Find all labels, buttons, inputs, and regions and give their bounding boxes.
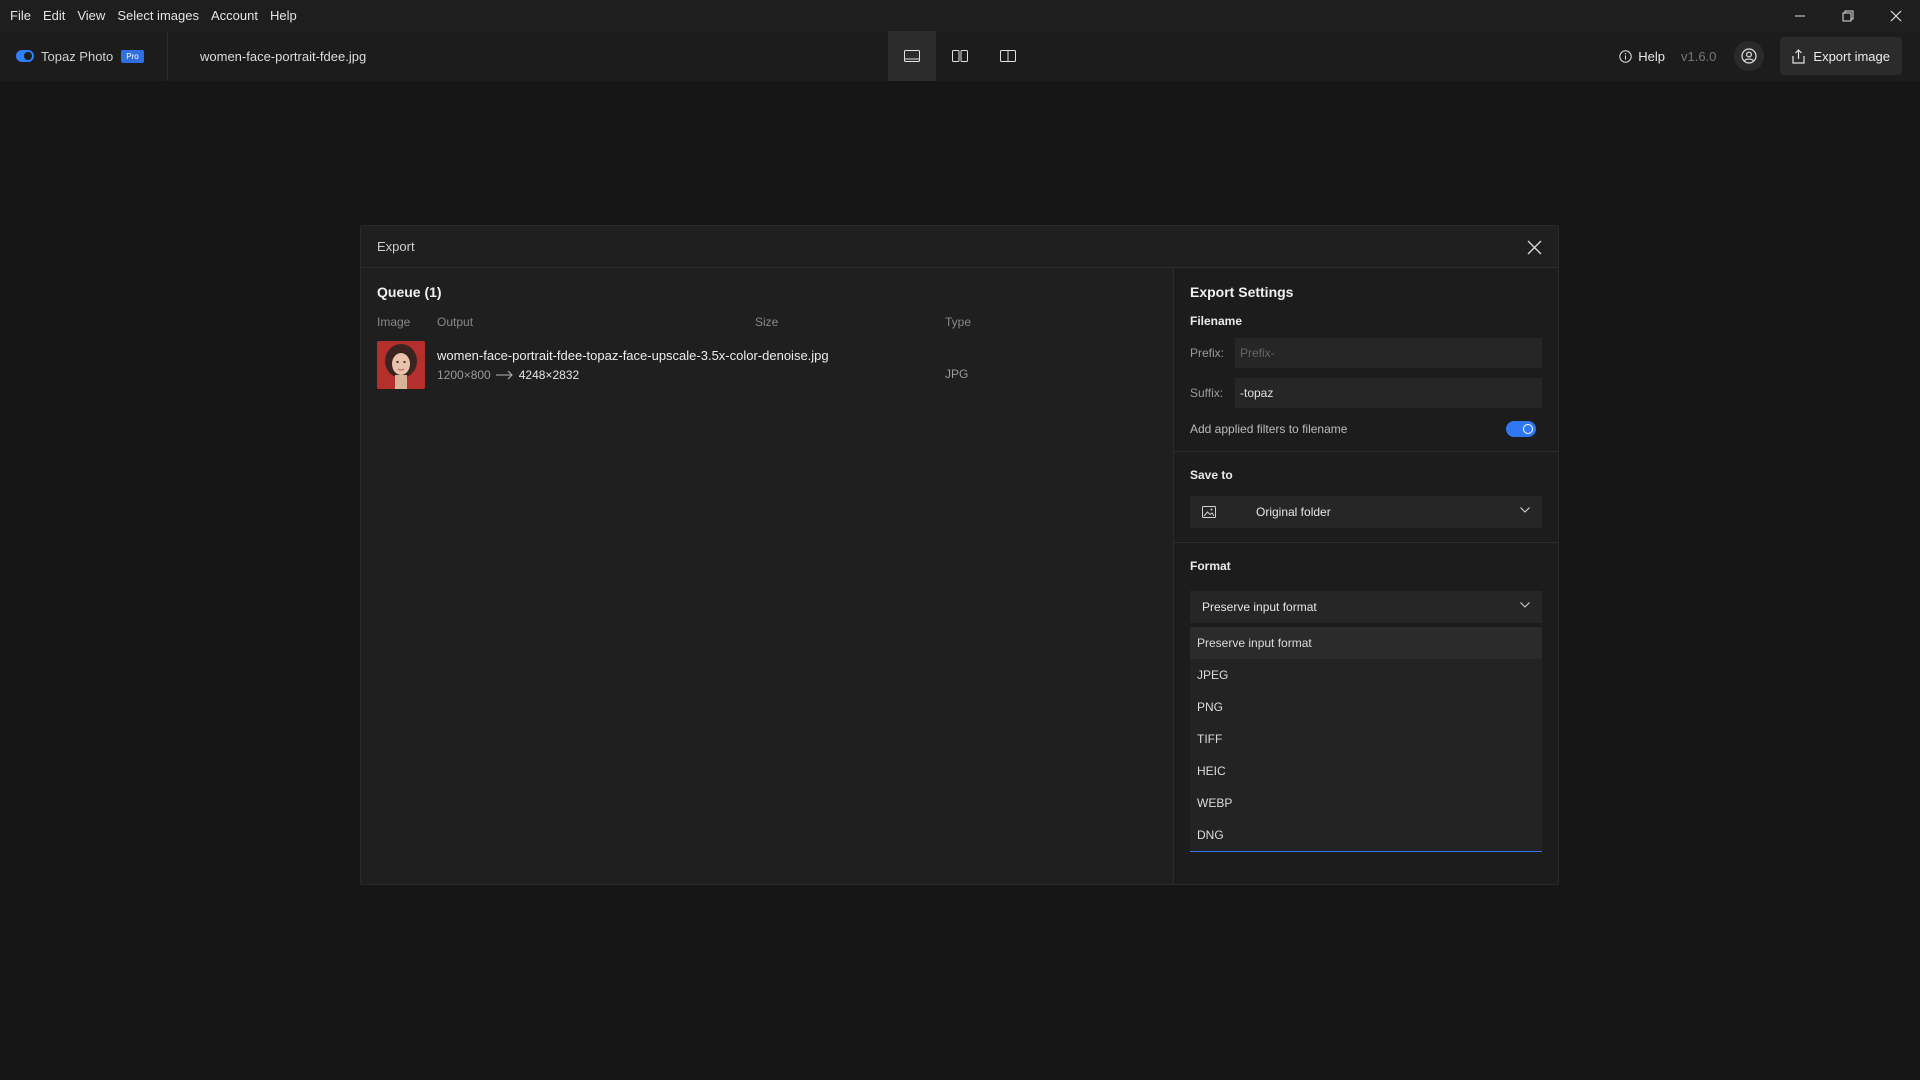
view-mode-group xyxy=(888,31,1032,81)
menu-account[interactable]: Account xyxy=(205,0,264,31)
restore-button[interactable] xyxy=(1824,0,1872,31)
export-settings-panel: Export Settings Filename Prefix: Suffix:… xyxy=(1173,268,1558,884)
chevron-down-icon xyxy=(1520,507,1530,513)
export-image-button[interactable]: Export image xyxy=(1780,37,1902,75)
brand-name: Topaz Photo xyxy=(41,48,114,64)
filters-toggle-row: Add applied filters to filename xyxy=(1190,421,1542,437)
queue-title: Queue (1) xyxy=(377,284,442,300)
close-dialog-button[interactable] xyxy=(1522,235,1546,259)
format-value: Preserve input format xyxy=(1202,600,1317,614)
format-option-jpeg[interactable]: JPEG xyxy=(1190,659,1542,691)
menu-file[interactable]: File xyxy=(4,0,37,31)
side-by-side-icon xyxy=(952,50,968,62)
export-dialog: Export Queue (1) Image Output Size Type xyxy=(360,225,1559,885)
format-option-tiff[interactable]: TIFF xyxy=(1190,723,1542,755)
filters-toggle-label: Add applied filters to filename xyxy=(1190,422,1348,436)
help-link[interactable]: Help xyxy=(1619,49,1665,64)
close-icon xyxy=(1527,240,1541,254)
menu-bar: File Edit View Select images Account Hel… xyxy=(0,0,1920,31)
target-size: 4248×2832 xyxy=(518,368,580,382)
format-option-png[interactable]: PNG xyxy=(1190,691,1542,723)
queue-row[interactable]: women-face-portrait-fdee-topaz-face-upsc… xyxy=(377,341,1157,389)
column-output: Output xyxy=(437,315,474,329)
format-dropdown-menu: Preserve input format JPEG PNG TIFF HEIC… xyxy=(1190,627,1542,852)
menu-select-images[interactable]: Select images xyxy=(111,0,205,31)
export-image-label: Export image xyxy=(1813,48,1890,64)
suffix-label: Suffix: xyxy=(1190,386,1224,400)
single-view-button[interactable] xyxy=(888,31,936,81)
type-cell: JPG xyxy=(945,367,969,381)
column-image: Image xyxy=(377,315,411,329)
minimize-icon xyxy=(1795,15,1805,16)
format-label: Format xyxy=(1190,559,1231,573)
dialog-header: Export xyxy=(361,226,1558,268)
single-view-icon xyxy=(904,50,920,62)
format-option-webp[interactable]: WEBP xyxy=(1190,787,1542,819)
suffix-input[interactable] xyxy=(1235,378,1542,408)
prefix-input[interactable] xyxy=(1235,338,1542,368)
column-type: Type xyxy=(945,315,972,329)
format-option-heic[interactable]: HEIC xyxy=(1190,755,1542,787)
menu-edit[interactable]: Edit xyxy=(37,0,71,31)
output-cell: women-face-portrait-fdee-topaz-face-upsc… xyxy=(437,348,945,382)
filename-section-label: Filename xyxy=(1190,314,1243,328)
menu-view[interactable]: View xyxy=(71,0,111,31)
save-to-select[interactable]: Original folder xyxy=(1190,496,1542,528)
queue-header: Image Output Size Type xyxy=(377,315,1157,329)
side-by-side-view-button[interactable] xyxy=(936,31,984,81)
toolbar: Topaz Photo Pro women-face-portrait-fdee… xyxy=(0,31,1920,81)
output-filename: women-face-portrait-fdee-topaz-face-upsc… xyxy=(437,348,829,363)
image-thumbnail xyxy=(377,341,425,389)
column-size: Size xyxy=(755,315,779,329)
share-export-icon xyxy=(1792,48,1806,64)
help-label: Help xyxy=(1638,48,1665,64)
current-filename: women-face-portrait-fdee.jpg xyxy=(200,48,367,64)
arrow-right-icon xyxy=(495,370,513,380)
split-view-icon xyxy=(1000,50,1016,62)
menu-help[interactable]: Help xyxy=(264,0,303,31)
filters-toggle[interactable] xyxy=(1506,421,1536,437)
user-icon xyxy=(1741,48,1758,64)
prefix-row: Prefix: xyxy=(1190,338,1542,368)
format-option-dng[interactable]: DNG xyxy=(1190,819,1542,851)
queue-panel: Queue (1) Image Output Size Type women-f… xyxy=(361,268,1173,884)
close-window-button[interactable] xyxy=(1872,0,1920,31)
size-conversion: 1200×800 4248×2832 xyxy=(437,368,945,382)
brand-logo-icon xyxy=(16,50,34,62)
format-option-preserve[interactable]: Preserve input format xyxy=(1190,627,1542,659)
minimize-button[interactable] xyxy=(1776,0,1824,31)
save-to-label: Save to xyxy=(1190,468,1233,482)
version-label: v1.6.0 xyxy=(1680,48,1717,64)
info-icon xyxy=(1619,49,1632,63)
dialog-title: Export xyxy=(377,239,415,254)
chevron-down-icon xyxy=(1520,602,1530,608)
save-to-value: Original folder xyxy=(1256,505,1331,519)
suffix-row: Suffix: xyxy=(1190,378,1542,408)
source-size: 1200×800 xyxy=(437,368,491,382)
split-view-button[interactable] xyxy=(984,31,1032,81)
prefix-label: Prefix: xyxy=(1190,346,1225,360)
settings-title: Export Settings xyxy=(1190,284,1294,300)
account-button[interactable] xyxy=(1734,41,1765,71)
restore-icon xyxy=(1842,10,1854,21)
brand: Topaz Photo Pro xyxy=(0,31,168,81)
format-select[interactable]: Preserve input format xyxy=(1190,591,1542,623)
pro-badge: Pro xyxy=(121,49,144,63)
close-icon xyxy=(1890,10,1902,21)
folder-image-icon xyxy=(1202,506,1216,518)
